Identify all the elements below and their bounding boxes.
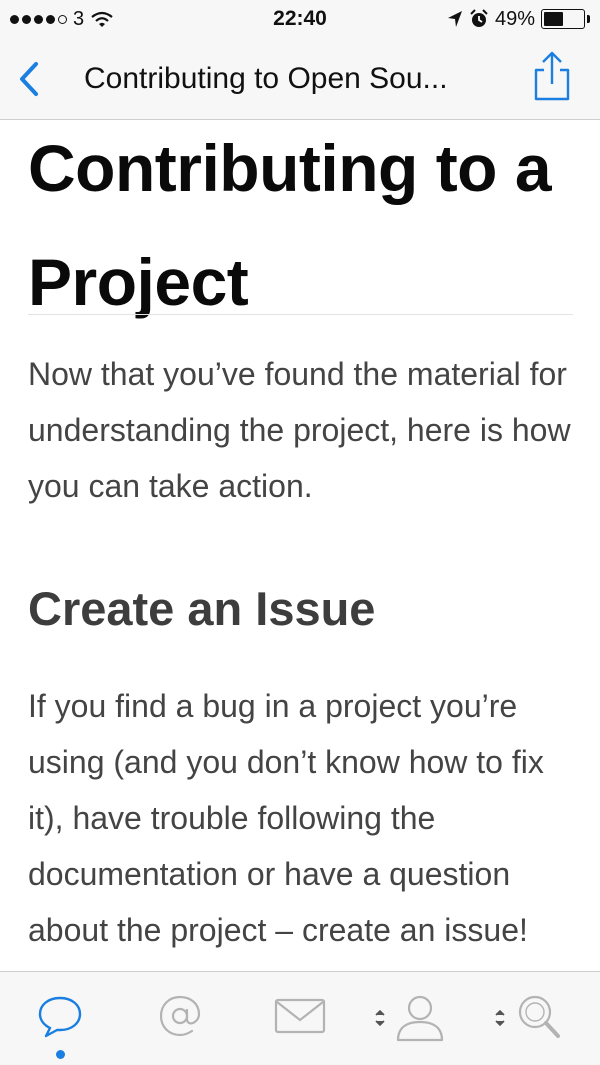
section-text: If you find a bug in a project you’re us… (28, 688, 544, 948)
nav-title: Contributing to Open Sou... (84, 62, 448, 95)
navigation-bar: Contributing to Open Sou... (0, 40, 600, 120)
status-right: 49% (447, 8, 590, 30)
status-bar: 3 22:40 49% (0, 0, 600, 40)
chevron-left-icon (20, 62, 38, 96)
tab-profile[interactable] (370, 992, 450, 1047)
envelope-icon (274, 998, 326, 1034)
person-icon (375, 995, 444, 1042)
battery-tip (587, 15, 590, 23)
tab-chat[interactable] (36, 992, 84, 1045)
tab-messages[interactable] (274, 992, 326, 1045)
share-icon (534, 51, 570, 101)
battery-icon (541, 9, 585, 29)
article-content: Contributing to a Project Now that you’v… (28, 121, 573, 971)
alarm-clock-icon (470, 9, 488, 27)
battery-level (544, 12, 563, 26)
search-icon (495, 995, 560, 1038)
tab-mentions[interactable] (156, 992, 204, 1045)
at-sign-icon (159, 995, 201, 1037)
tab-search[interactable] (492, 992, 572, 1047)
heading-divider (28, 314, 573, 315)
share-button[interactable] (530, 48, 574, 108)
tab-bar (0, 971, 600, 1065)
active-tab-indicator (56, 1050, 65, 1059)
article-intro: Now that you’ve found the material for u… (28, 356, 571, 504)
section-heading: Create an Issue (28, 582, 376, 635)
battery-percentage: 49% (494, 8, 535, 30)
location-arrow-icon (447, 11, 462, 27)
article-heading: Contributing to a Project (28, 131, 552, 319)
chat-bubble-icon (38, 996, 82, 1038)
back-button[interactable] (14, 58, 46, 102)
